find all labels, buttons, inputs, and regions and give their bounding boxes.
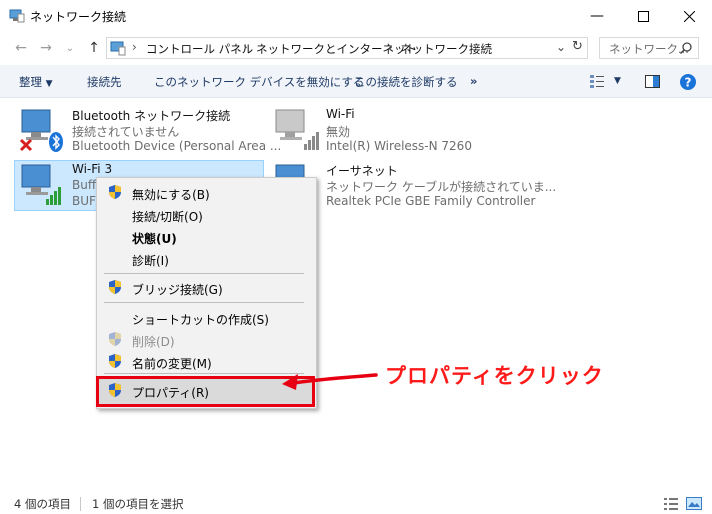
item-name[interactable]: イーサネット [326, 162, 398, 179]
item-status: 無効 [326, 125, 351, 139]
view-dropdown-icon[interactable]: ▼ [614, 76, 621, 86]
up-arrow-icon: ↑ [88, 40, 100, 56]
control-panel-icon [110, 41, 126, 56]
breadcrumb-separator-icon: › [243, 40, 248, 54]
breadcrumb-network-internet[interactable]: ネットワークとインターネット [256, 41, 417, 57]
organize-button[interactable]: 整理 ▼ [19, 74, 53, 90]
breadcrumb-network-connections[interactable]: ネットワーク接続 [400, 41, 492, 57]
more-commands-button[interactable]: » [470, 74, 477, 88]
connect-to-button[interactable]: 接続先 [87, 74, 122, 90]
menu-item-disable[interactable]: 無効にする(B) [132, 186, 210, 203]
item-device: Intel(R) Wireless-N 7260 [326, 139, 472, 153]
chevron-down-icon: ⌄ [65, 42, 75, 54]
change-view-icon[interactable] [590, 74, 604, 88]
close-button[interactable] [666, 0, 712, 32]
shield-icon [109, 280, 121, 294]
forward-button[interactable]: → [36, 38, 56, 58]
wifi-adapter-icon[interactable] [18, 161, 66, 209]
menu-item-rename[interactable]: 名前の変更(M) [132, 355, 212, 372]
menu-item-create-shortcut[interactable]: ショートカットの作成(S) [132, 311, 269, 328]
item-device: Bluetooth Device (Personal Area ... [72, 139, 282, 153]
item-device: Realtek PCIe GBE Family Controller [326, 194, 536, 208]
status-divider [80, 497, 81, 511]
back-arrow-icon: ← [15, 40, 27, 56]
network-connections-icon [9, 9, 25, 23]
details-view-icon[interactable] [664, 498, 678, 510]
help-icon[interactable]: ? [680, 74, 696, 90]
shield-icon [109, 185, 121, 199]
back-button[interactable]: ← [11, 38, 31, 58]
refresh-icon[interactable]: ↻ [572, 39, 583, 54]
diagnose-connection-button[interactable]: この接続を診断する [354, 74, 458, 90]
menu-item-delete: 削除(D) [132, 335, 175, 349]
maximize-icon [637, 10, 649, 22]
status-item-count: 4 個の項目 [14, 497, 71, 511]
up-button[interactable]: ↑ [84, 38, 104, 58]
menu-separator [104, 302, 304, 303]
minimize-button[interactable]: — [574, 0, 620, 32]
breadcrumb-separator-icon: › [132, 40, 137, 54]
menu-separator [104, 373, 304, 374]
address-dropdown-icon[interactable]: ⌄ [556, 40, 566, 54]
item-status: 接続されていません [72, 125, 180, 139]
forward-arrow-icon: → [40, 40, 52, 56]
maximize-button[interactable] [620, 0, 666, 32]
window-title: ネットワーク接続 [30, 10, 127, 24]
organize-label: 整理 [19, 75, 42, 89]
item-name[interactable]: Wi-Fi [326, 107, 355, 121]
dropdown-arrow-icon: ▼ [45, 79, 53, 89]
svg-text:?: ? [685, 76, 692, 90]
shield-icon [109, 354, 121, 368]
bluetooth-adapter-icon[interactable] [18, 106, 66, 154]
status-selected-count: 1 個の項目を選択 [92, 497, 184, 511]
breadcrumb-control-panel[interactable]: コントロール パネル [146, 41, 253, 57]
recent-locations-button[interactable]: ⌄ [60, 38, 80, 58]
menu-item-diagnose[interactable]: 診断(I) [132, 252, 169, 269]
item-name[interactable]: Wi-Fi 3 [72, 162, 112, 176]
menu-item-status[interactable]: 状態(U) [132, 230, 177, 247]
close-icon [683, 10, 695, 22]
annotation-arrow-icon [282, 373, 378, 390]
preview-pane-icon[interactable] [645, 75, 660, 88]
breadcrumb-separator-icon: › [388, 40, 393, 54]
wifi-adapter-disabled-icon[interactable] [272, 106, 320, 154]
menu-item-connect[interactable]: 接続/切断(O) [132, 208, 203, 225]
item-status: ネットワーク ケーブルが接続されていま... [326, 180, 557, 194]
search-icon [680, 42, 692, 54]
disable-device-button[interactable]: このネットワーク デバイスを無効にする [154, 74, 364, 90]
shield-icon [109, 332, 121, 346]
item-name[interactable]: Bluetooth ネットワーク接続 [72, 107, 230, 124]
menu-separator [104, 273, 304, 274]
minimize-icon: — [590, 8, 604, 24]
annotation-text: プロパティをクリック [385, 364, 604, 388]
large-icons-view-icon[interactable] [686, 497, 702, 510]
search-input[interactable]: ネットワーク... [609, 41, 689, 57]
menu-item-bridge[interactable]: ブリッジ接続(G) [132, 281, 223, 298]
